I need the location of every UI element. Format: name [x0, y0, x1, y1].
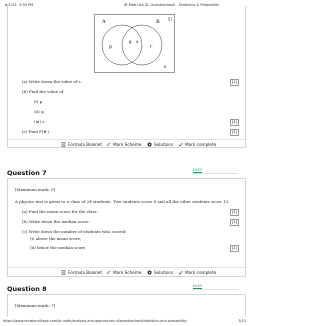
print-url: https://www.revisionvillage.com/ib-math/… [3, 319, 188, 323]
q6-formula-booklet-label: Formula Booklet [68, 141, 103, 147]
q6-mark-complete-label: Mark complete [185, 141, 217, 147]
q7-part-c-i: (i) above the mean score; [30, 236, 82, 241]
venn-label-b: B [156, 19, 160, 25]
venn-label-a: A [101, 19, 106, 25]
venn-diagram: A B U p q x r s [94, 14, 175, 73]
document-icon [61, 269, 66, 275]
print-page-number: 3/15 [238, 319, 246, 323]
play-circle-icon [147, 142, 152, 146]
q7-mark-complete-label: Mark complete [185, 269, 217, 275]
q7-part-b-mark: [1] [229, 219, 239, 226]
q8-max-mark: [Maximum mark: 7] [15, 303, 56, 308]
q6-mark-complete-button[interactable]: Mark complete [178, 142, 216, 147]
question-8-difficulty-bar [193, 289, 238, 290]
q7-part-c: (c) Write down the number of students wh… [22, 229, 127, 234]
q6-toolbar: Formula Booklet Mark Scheme Solutions Ma… [8, 139, 245, 148]
q6-part-c: (c) Find P(B'). [22, 129, 51, 134]
q7-intro: A physics test is given to a class of 24… [15, 199, 230, 204]
pencil-icon [106, 269, 111, 274]
play-circle-icon [147, 270, 152, 274]
q6-part-b-ii: (ii) q. [34, 109, 45, 114]
question-7-heading: Question 7 [7, 169, 47, 177]
venn-label-p: p [109, 45, 112, 50]
q7-toolbar: Formula Booklet Mark Scheme Solutions Ma… [8, 267, 245, 276]
q6-part-b-iii: (iii) r. [34, 119, 45, 124]
question-8-card: [Maximum mark: 7] [7, 294, 246, 317]
q6-part-a: (a) Write down the value of s. [22, 79, 82, 84]
q6-solutions-button[interactable]: Solutions [147, 142, 173, 147]
venn-label-q: q [129, 40, 132, 45]
q6-part-a-mark: [1] [229, 79, 239, 86]
venn-svg: A B U p q x r s [94, 14, 175, 73]
q6-part-c-mark: [2] [229, 129, 239, 136]
q7-formula-booklet-button[interactable]: Formula Booklet [61, 270, 102, 275]
pencil-icon [106, 141, 111, 146]
q7-solutions-label: Solutions [154, 269, 174, 275]
q6-part-b: (b) Find the value of [22, 89, 64, 94]
q7-part-a-mark: [2] [229, 209, 239, 216]
q7-mark-scheme-label: Mark Scheme [113, 269, 142, 275]
q6-solutions-label: Solutions [154, 141, 174, 147]
q7-part-c-mark: [2] [229, 245, 239, 252]
q7-max-mark: [Maximum mark: 5] [15, 187, 56, 192]
q7-solutions-button[interactable]: Solutions [147, 270, 173, 275]
q6-mark-scheme-label: Mark Scheme [113, 141, 142, 147]
q7-part-a: (a) Find the mean score for the class. [22, 209, 98, 214]
venn-label-u: U [168, 17, 172, 23]
question-7-card: [Maximum mark: 5] A physics test is give… [7, 178, 246, 277]
check-icon [178, 270, 183, 274]
q7-mark-scheme-button[interactable]: Mark Scheme [106, 270, 142, 275]
q6-mark-scheme-button[interactable]: Mark Scheme [106, 142, 142, 147]
q6-formula-booklet-button[interactable]: Formula Booklet [61, 142, 102, 147]
q7-formula-booklet-label: Formula Booklet [68, 269, 103, 275]
q7-part-b: (b) Write down the median score. [22, 219, 90, 224]
q6-part-b-i: (i) p. [34, 99, 44, 104]
question-6-card: A B U p q x r s (a) Write down the value… [7, 6, 246, 148]
q7-mark-complete-button[interactable]: Mark complete [178, 270, 216, 275]
check-icon [178, 142, 183, 146]
question-8-heading: Question 8 [7, 285, 47, 293]
q7-part-c-ii: (ii) below the median score. [30, 245, 87, 250]
document-icon [61, 141, 66, 147]
question-7-difficulty-bar [193, 173, 238, 174]
q6-part-b-mark: [4] [229, 119, 239, 126]
